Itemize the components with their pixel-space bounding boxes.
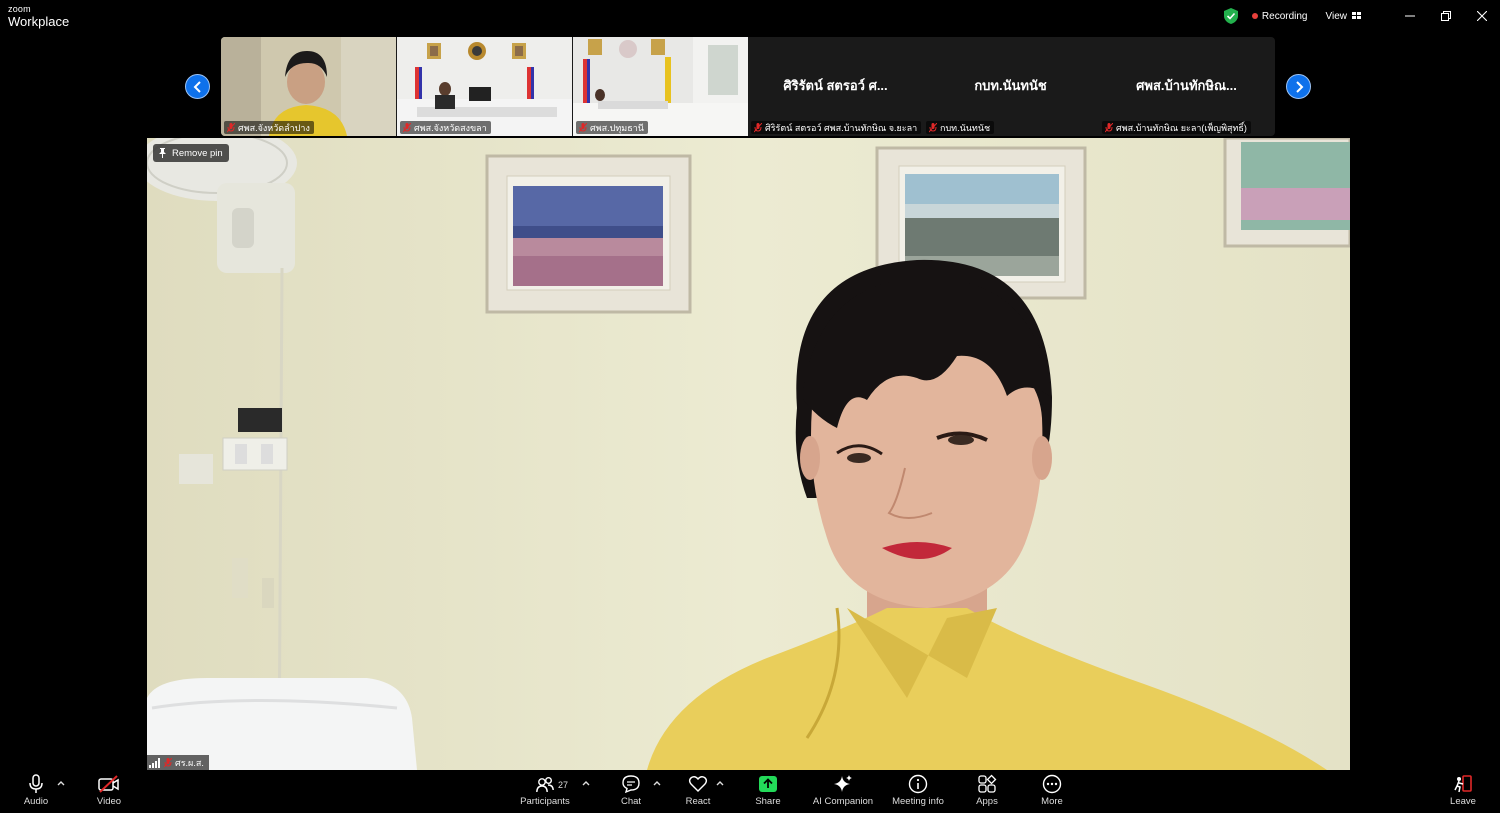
participant-tile-video[interactable]: ศพส.จังหวัดสงขลา (397, 37, 572, 136)
pinned-video[interactable]: Remove pin ศร.ผ.ส. (147, 138, 1350, 770)
title-bar: zoom Workplace Recording View (0, 0, 1500, 34)
participants-count: 27 (558, 780, 569, 790)
mic-muted-icon (579, 123, 587, 133)
tile-name: ศพส.จังหวัดสงขลา (414, 123, 487, 133)
recording-label: Recording (1261, 10, 1308, 22)
close-icon (1477, 11, 1487, 21)
next-page-button[interactable] (1286, 74, 1311, 99)
meeting-info-label: Meeting info (892, 796, 944, 807)
mic-muted-icon (227, 123, 235, 133)
react-options-caret-icon[interactable] (715, 778, 725, 788)
participant-tile-video[interactable]: ศพส.จังหวัดลำปาง (221, 37, 396, 136)
apps-button[interactable]: Apps (973, 774, 1001, 812)
more-label: More (1041, 796, 1063, 807)
share-button[interactable]: Share (752, 774, 784, 812)
apps-icon (978, 774, 997, 793)
tile-name: ศิริรัตน์ สตรอว์ ศพส.บ้านทักษิณ จ.ยะลา (765, 123, 918, 133)
pin-icon (159, 148, 166, 158)
tile-name-tag: ศิริรัตน์ สตรอว์ ศพส.บ้านทักษิณ จ.ยะลา (751, 121, 922, 134)
mic-muted-icon (929, 123, 937, 133)
video-button[interactable]: Video (94, 774, 124, 812)
minimize-icon (1405, 15, 1415, 17)
share-label: Share (755, 796, 781, 807)
leave-label: Leave (1450, 796, 1476, 807)
more-icon (1042, 774, 1062, 794)
participants-icon (536, 777, 554, 793)
chat-button[interactable]: Chat (617, 774, 645, 812)
chat-icon (622, 775, 640, 794)
recording-indicator[interactable]: Recording (1251, 10, 1308, 22)
tile-name-tag: ศพส.บ้านทักษิณ ยะลา(เพ็ญพิสุทธิ์) (1102, 121, 1251, 134)
participant-tile-name[interactable]: ศพส.บ้านทักษิณ... ศพส.บ้านทักษิณ ยะลา(เพ… (1099, 37, 1274, 136)
react-label: React (685, 796, 711, 807)
react-button[interactable]: React (684, 774, 712, 812)
ai-sparkle-icon (834, 775, 852, 792)
app-logo: zoom Workplace (8, 4, 70, 29)
ai-companion-label: AI Companion (812, 796, 874, 807)
info-icon (908, 774, 928, 794)
chevron-right-icon (1295, 80, 1303, 93)
apps-label: Apps (976, 796, 998, 807)
minimize-button[interactable] (1392, 0, 1428, 32)
heart-icon (688, 776, 708, 792)
mic-muted-icon (1105, 123, 1113, 133)
participant-tile-video[interactable]: ศพส.ปทุมธานี (573, 37, 748, 136)
audio-button[interactable]: Audio (22, 774, 50, 812)
mic-muted-icon (403, 123, 411, 133)
tile-name-tag: ศพส.จังหวัดลำปาง (224, 121, 314, 134)
restore-button[interactable] (1428, 0, 1464, 32)
mic-muted-icon (164, 757, 172, 767)
meeting-toolbar: Audio Video Participants 27 Chat React S… (0, 770, 1500, 813)
restore-icon (1441, 11, 1451, 21)
signal-strength-icon (149, 757, 160, 768)
microphone-icon (29, 774, 43, 793)
tile-name: กบท.นันทนัช (940, 123, 991, 133)
previous-page-button[interactable] (185, 74, 210, 99)
tile-name-tag: ศพส.จังหวัดสงขลา (400, 121, 491, 134)
remove-pin-label: Remove pin (172, 147, 223, 159)
audio-label: Audio (23, 796, 49, 807)
share-screen-icon (759, 776, 777, 792)
chat-label: Chat (620, 796, 642, 807)
audio-options-caret-icon[interactable] (56, 778, 66, 788)
shield-icon[interactable] (1223, 8, 1238, 24)
tile-name-tag: กบท.นันทนัช (926, 121, 995, 134)
brand-small-text: zoom (8, 4, 31, 14)
participant-tile-name[interactable]: กบท.นันทนัช กบท.นันทนัช (923, 37, 1098, 136)
remove-pin-button[interactable]: Remove pin (153, 144, 229, 162)
chevron-left-icon (193, 80, 201, 93)
tile-name: ศพส.ปทุมธานี (590, 123, 644, 133)
recording-dot-icon (1251, 13, 1258, 19)
meeting-info-button[interactable]: Meeting info (889, 774, 947, 812)
video-label: Video (96, 796, 122, 807)
mic-muted-icon (754, 123, 762, 133)
participant-tile-name[interactable]: ศิริรัตน์ สตรอว์ ศ... ศิริรัตน์ สตรอว์ ศ… (748, 37, 923, 136)
tile-display-name: ศพส.บ้านทักษิณ... (1136, 78, 1237, 93)
tile-display-name: ศิริรัตน์ สตรอว์ ศ... (783, 78, 888, 93)
main-participant-name: ศร.ผ.ส. (175, 757, 204, 768)
main-video-feed (147, 138, 1350, 770)
gallery-strip: ศพส.จังหวัดลำปาง ศพส.จังหวัดสงขลา ศพส.ปท… (221, 37, 1275, 136)
view-label: View (1325, 10, 1348, 22)
video-off-icon (98, 775, 119, 793)
more-button[interactable]: More (1038, 774, 1066, 812)
main-name-tag: ศร.ผ.ส. (147, 755, 209, 770)
view-button[interactable]: View (1326, 11, 1363, 22)
ai-companion-button[interactable]: AI Companion (811, 774, 875, 812)
tile-name-tag: ศพส.ปทุมธานี (576, 121, 648, 134)
chat-options-caret-icon[interactable] (652, 778, 662, 788)
brand-name: Workplace (8, 14, 70, 29)
leave-button[interactable]: Leave (1449, 774, 1477, 812)
participants-label: Participants (520, 796, 570, 807)
tile-name: ศพส.จังหวัดลำปาง (238, 123, 310, 133)
close-button[interactable] (1464, 0, 1500, 32)
grid-icon (1352, 12, 1361, 19)
tile-name: ศพส.บ้านทักษิณ ยะลา(เพ็ญพิสุทธิ์) (1116, 123, 1247, 133)
tile-display-name: กบท.นันทนัช (974, 78, 1047, 93)
leave-icon (1454, 775, 1472, 793)
participants-options-caret-icon[interactable] (581, 778, 591, 788)
